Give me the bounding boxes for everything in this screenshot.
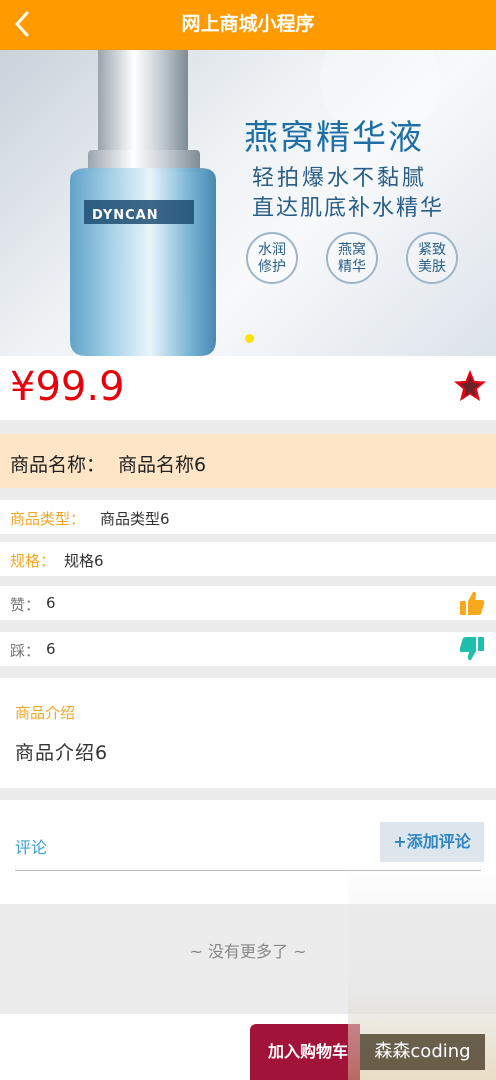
add-comment-button[interactable]: +添加评论 [380, 822, 484, 862]
dislikes-label: 踩： [10, 642, 41, 660]
product-name-value: 商品名称6 [118, 454, 207, 476]
product-type-row: 商品类型： 商品类型6 [0, 500, 496, 534]
dislikes-row: 踩： 6 [0, 632, 496, 666]
product-price: ¥99.9 [10, 364, 125, 410]
dislikes-count: 6 [46, 640, 56, 658]
product-type-value: 商品类型6 [100, 510, 170, 528]
product-banner[interactable]: DYNCAN 燕窝精华液 轻拍爆水不黏腻 直达肌底补水精华 水润 修护 燕窝 精… [0, 50, 496, 356]
banner-badge: 水润 修护 [246, 232, 298, 284]
banner-headline: 燕窝精华液 [244, 118, 424, 158]
banner-subline-1: 轻拍爆水不黏腻 [252, 166, 428, 191]
likes-row: 赞： 6 [0, 586, 496, 620]
intro-text: 商品介绍6 [15, 742, 109, 764]
product-name-label: 商品名称： [10, 454, 106, 476]
spec-value: 规格6 [64, 552, 104, 570]
intro-label: 商品介绍 [15, 704, 76, 722]
likes-count: 6 [46, 594, 56, 612]
add-to-cart-button[interactable]: 加入购物车 [250, 1024, 360, 1080]
brand-label: DYNCAN [92, 208, 159, 223]
thumbs-up-icon[interactable] [458, 589, 486, 617]
thumbs-down-icon[interactable] [458, 635, 486, 663]
banner-subline-2: 直达肌底补水精华 [252, 196, 445, 221]
carousel-indicator-dot[interactable] [245, 334, 254, 343]
page-title: 网上商城小程序 [181, 13, 315, 35]
product-type-label: 商品类型： [10, 510, 86, 528]
product-name-row: 商品名称： 商品名称6 [0, 434, 496, 488]
likes-label: 赞： [10, 596, 41, 614]
banner-badge: 燕窝 精华 [326, 232, 378, 284]
star-icon[interactable] [452, 368, 488, 404]
spec-row: 规格： 规格6 [0, 542, 496, 576]
banner-badge: 紧致 美肤 [406, 232, 458, 284]
top-bar: 网上商城小程序 [0, 0, 496, 50]
spec-label: 规格： [10, 552, 56, 570]
price-row: ¥99.9 [0, 356, 496, 420]
comment-label: 评论 [15, 838, 48, 857]
product-intro-section: 商品介绍 商品介绍6 [0, 678, 496, 788]
watermark-text: 森森coding [360, 1034, 485, 1070]
